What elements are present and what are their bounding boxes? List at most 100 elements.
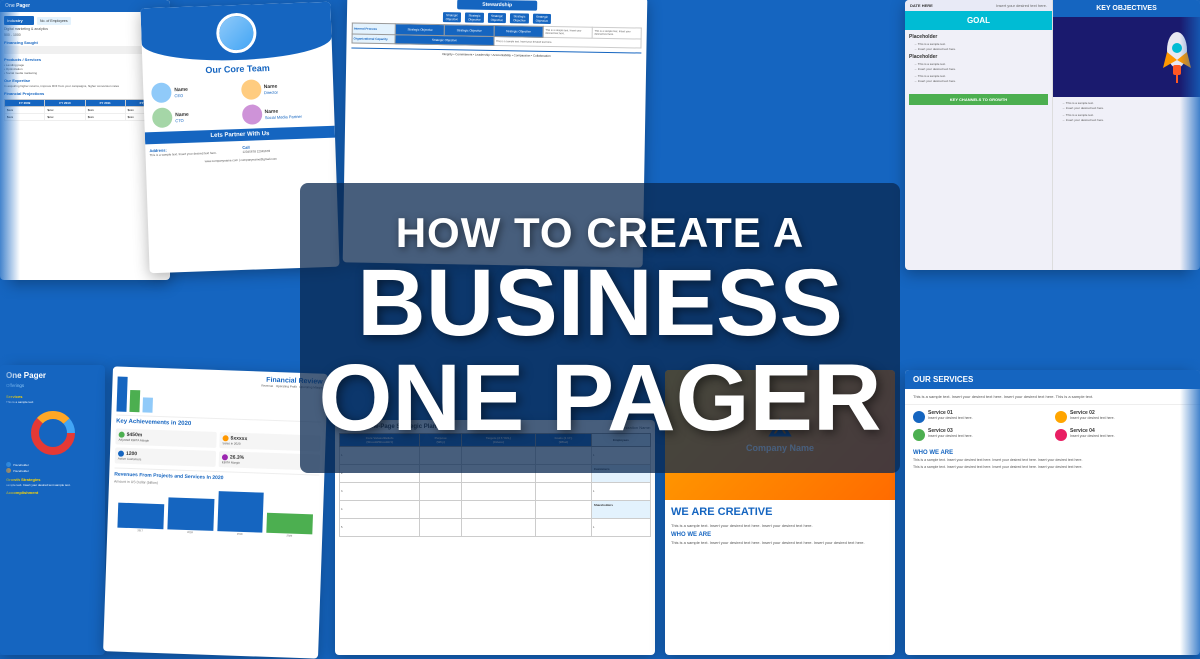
main-container: One Pager Industry No. of Employees Digi… xyxy=(0,0,1200,655)
member2-role: Director xyxy=(264,89,278,94)
avatar-1 xyxy=(151,82,172,103)
one-pager-text: ONE PAGER xyxy=(310,351,890,446)
sample-text-4: → Insert your desired text here. xyxy=(909,67,1048,71)
who-we-are-services-text-2: This is a sample text. Insert your desir… xyxy=(905,462,1200,472)
avatar-4 xyxy=(241,104,262,125)
legend-1: Placeholder xyxy=(6,462,99,467)
achievement-1: $450m Adjusted EBITA Margin xyxy=(115,428,216,448)
donut-chart-icon xyxy=(28,408,78,458)
sample-text-2: → Insert your desired text here. xyxy=(909,47,1048,51)
sample-text-5: → This is a sample text. xyxy=(909,74,1048,78)
row1-c2: $xxx xyxy=(45,107,85,114)
service-item-1: Service 01 Insert your desired text here… xyxy=(913,410,1050,423)
obj-text-4: → Insert your desired text here. xyxy=(1057,118,1196,122)
bl-services-label: Services xyxy=(6,394,99,399)
center-headline: HOW TO CREATE A BUSINESS ONE PAGER xyxy=(310,209,890,445)
thumb-services[interactable]: OUR SERVICES This is a sample text. Inse… xyxy=(905,370,1200,655)
goal-title: GOAL xyxy=(905,11,1052,30)
row4-targets xyxy=(461,501,535,519)
rocket-icon xyxy=(1160,30,1195,85)
member1-role: CEO xyxy=(174,92,188,97)
rocket-section xyxy=(1053,17,1200,97)
revenue-bars: 2017 2018 2019 2020 xyxy=(112,486,318,538)
key-channels-label: KEY CHANNELS TO GROWTH xyxy=(909,94,1048,105)
obj-box-2: StrategicObjective xyxy=(465,12,484,22)
stewardship-box: Stewardship xyxy=(457,0,537,11)
obj-cell-1: Strategic Objective xyxy=(395,24,444,36)
row4-purpose xyxy=(420,501,462,519)
obj-box-5: StrategicObjective xyxy=(533,14,552,24)
row5-shareholders: 1. xyxy=(591,519,650,537)
financial-header-row: Financial Review Revenue Operating Profi… xyxy=(116,372,322,419)
th-fy2009: FY 2009 xyxy=(5,100,45,107)
internal-process-cell: Internal Process xyxy=(352,23,396,35)
team-header-photo xyxy=(216,12,257,53)
date-here-label: DATE HERE xyxy=(910,3,933,8)
expertise-label: Our Expertise xyxy=(4,78,166,83)
team-member-2: Name Director xyxy=(240,77,325,100)
bl-services-text: This is a sample text xyxy=(6,400,99,404)
obj-text-3: → This is a sample text. xyxy=(1057,113,1196,117)
services-items-grid: Service 01 Insert your desired text here… xyxy=(905,405,1200,446)
bl-title: One Pager xyxy=(6,371,99,380)
legend-2: Placeholder xyxy=(6,468,99,473)
team-member-1: Name CEO xyxy=(151,80,236,103)
bl-offerings: Offerings xyxy=(6,383,99,388)
th-fy2010: FY 2010 xyxy=(45,100,85,107)
bar-revenue xyxy=(116,377,127,412)
row2-c1: $xxx xyxy=(5,114,45,121)
team-members-grid: Name CEO Name Director Name CTO xyxy=(143,73,335,133)
row3-purpose xyxy=(420,483,462,501)
who-we-are-text: This is a sample text. Insert your desir… xyxy=(671,540,889,545)
obj-cell-4: Strategic Objective xyxy=(395,35,493,46)
obj-cell-2: Strategic Objective xyxy=(445,25,494,37)
date-insert-text: Insert your desired text here. xyxy=(996,3,1047,8)
row4-goals xyxy=(535,501,591,519)
member2-name: Name xyxy=(264,83,278,89)
service-icon-2 xyxy=(1055,411,1067,423)
bar-chart-mini xyxy=(116,372,153,413)
row1-c1: $xxx xyxy=(5,107,45,114)
accomplishment-label: Accomplishment xyxy=(6,490,99,495)
desc-cell-1: This is a sample text. Insert your desir… xyxy=(543,26,592,38)
service-icon-3 xyxy=(913,429,925,441)
placeholder-1-label: Placeholder xyxy=(909,34,1048,40)
projections-label: Financial Projections xyxy=(4,91,166,96)
who-we-are-services-title: WHO WE ARE xyxy=(905,446,1200,458)
service-text-1: Insert your desired text here. xyxy=(928,416,973,420)
service-icon-4 xyxy=(1055,429,1067,441)
key-objectives-title: KEY OBJECTIVES xyxy=(1053,0,1200,17)
member3-name: Name xyxy=(175,111,189,117)
sample-text-1: → This is a sample text. xyxy=(909,42,1048,46)
team-header-bg xyxy=(140,2,332,64)
growth-text: sample text. Insert your desired text sa… xyxy=(6,483,99,487)
values-text: Integrity • Commitment • Leadership • Ac… xyxy=(351,47,641,59)
company-lower: WE ARE CREATIVE This is a sample text. I… xyxy=(665,500,895,551)
thumb-financial[interactable]: Financial Review Revenue Operating Profi… xyxy=(103,366,328,658)
sample-text-3: → This is a sample text. xyxy=(909,62,1048,66)
thumb-bottom-left[interactable]: One Pager Offerings Services This is a s… xyxy=(0,365,105,655)
row5-goals xyxy=(535,519,591,537)
achievements-grid: $450m Adjusted EBITA Margin $xxxxx Sales… xyxy=(115,428,321,470)
row4-values: 4. xyxy=(340,501,420,519)
obj-box-3: StrategicObjective xyxy=(488,13,507,23)
team-member-4: Name Social Media Partner xyxy=(241,102,326,125)
row1-c3: $xxx xyxy=(85,107,125,114)
obj-cell-3: Strategic Objective xyxy=(494,25,543,37)
company-description: This is a sample text. Insert your desir… xyxy=(671,523,889,528)
growth-strategies-label: Growth Strategies xyxy=(6,477,99,482)
row3-targets xyxy=(461,483,535,501)
service-item-4: Service 04 Insert your desired text here… xyxy=(1055,428,1192,441)
row2-c3: $xxx xyxy=(85,114,125,121)
row3-values: 3. xyxy=(340,483,420,501)
service-item-3: Service 03 Insert your desired text here… xyxy=(913,428,1050,441)
projections-table: FY 2009 FY 2010 FY 2011 FY 2012 $xxx $xx… xyxy=(4,99,166,121)
services-description: This is a sample text. Insert your desir… xyxy=(905,389,1200,405)
shareholders-label: Shareholders xyxy=(591,501,650,519)
service-text-3: Insert your desired text here. xyxy=(928,434,973,438)
obj-text-2: → Insert your desired text here. xyxy=(1057,106,1196,110)
thumb-goals[interactable]: DATE HERE Insert your desired text here.… xyxy=(905,0,1200,270)
org-capacity-cell: Organizational Capacity xyxy=(352,34,395,44)
avatar-3 xyxy=(152,107,173,128)
member4-role: Social Media Partner xyxy=(265,113,302,119)
